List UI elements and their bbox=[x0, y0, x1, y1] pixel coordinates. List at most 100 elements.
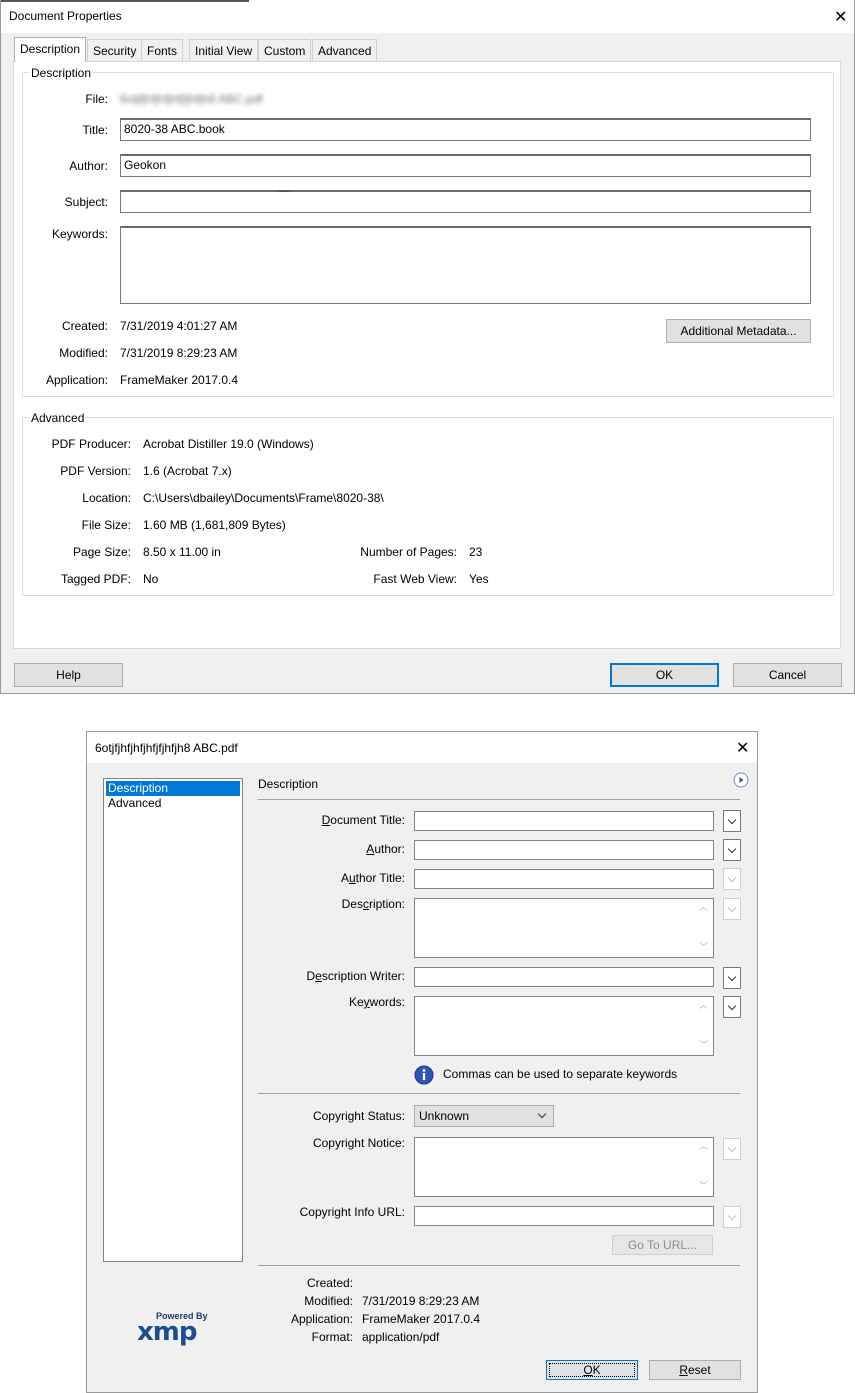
chevron-down-icon bbox=[727, 873, 737, 883]
file-value: 6otjfjhfjhfjhfjfjhfjh8 ABC.pdf bbox=[120, 92, 263, 106]
description-label: Description: bbox=[341, 897, 405, 911]
section-divider bbox=[258, 799, 740, 800]
format-value: application/pdf bbox=[362, 1330, 440, 1344]
category-list: Description Advanced bbox=[103, 778, 243, 1262]
keywords-label: Keywords: bbox=[348, 995, 405, 1009]
chevron-down-icon bbox=[727, 972, 737, 982]
ok-button[interactable]: OK bbox=[546, 1360, 638, 1380]
keywords-hint: Commas can be used to separate keywords bbox=[443, 1067, 678, 1081]
author-input[interactable] bbox=[414, 840, 714, 860]
keywords-dropdown[interactable] bbox=[723, 996, 741, 1018]
close-icon[interactable]: ✕ bbox=[834, 9, 847, 25]
text-cursor bbox=[279, 190, 289, 192]
xmp-metadata-dialog: 6otjfjhfjhfjhfjfjhfjh8 ABC.pdf ✕ Descrip… bbox=[86, 731, 758, 1393]
page-size-label: Page Size: bbox=[72, 545, 131, 559]
copyright-notice-dropdown[interactable] bbox=[723, 1138, 741, 1160]
description-legend: Description bbox=[29, 66, 94, 80]
copyright-url-input[interactable] bbox=[414, 1206, 714, 1226]
tab-fonts[interactable]: Fonts bbox=[141, 39, 184, 61]
application-value: FrameMaker 2017.0.4 bbox=[120, 373, 239, 387]
scroll-down-icon[interactable]: ﹀ bbox=[699, 1040, 708, 1050]
pdf-version-value: 1.6 (Acrobat 7.x) bbox=[143, 464, 232, 478]
copyright-notice-textarea[interactable] bbox=[414, 1137, 714, 1197]
copyright-url-dropdown[interactable] bbox=[723, 1206, 741, 1228]
copyright-status-label: Copyright Status: bbox=[312, 1109, 405, 1123]
copyright-status-select[interactable]: Unknown bbox=[414, 1105, 554, 1127]
scroll-up-icon[interactable]: ︿ bbox=[699, 1141, 708, 1151]
go-to-url-button[interactable]: Go To URL... bbox=[612, 1235, 713, 1255]
reset-button[interactable]: Reset bbox=[649, 1360, 741, 1380]
description-dropdown[interactable] bbox=[723, 898, 741, 920]
tagged-pdf-value: No bbox=[143, 572, 159, 586]
tab-security[interactable]: Security bbox=[87, 39, 143, 61]
application-value: FrameMaker 2017.0.4 bbox=[362, 1312, 481, 1326]
subject-input[interactable] bbox=[120, 190, 811, 213]
chevron-down-icon bbox=[727, 815, 737, 825]
author-dropdown[interactable] bbox=[723, 839, 741, 861]
description-textarea[interactable] bbox=[414, 898, 714, 958]
xmp-logo: Powered By xmp bbox=[135, 1311, 225, 1351]
application-label: Application: bbox=[290, 1312, 353, 1326]
scroll-up-icon[interactable]: ︿ bbox=[699, 902, 708, 912]
flyout-menu-icon[interactable] bbox=[733, 772, 749, 788]
keywords-label: Keywords: bbox=[51, 227, 108, 241]
chevron-down-icon bbox=[727, 1143, 737, 1153]
number-of-pages-label: Number of Pages: bbox=[360, 545, 457, 559]
file-size-label: File Size: bbox=[81, 518, 131, 532]
number-of-pages-value: 23 bbox=[469, 545, 483, 559]
location-label: Location: bbox=[82, 491, 131, 505]
help-button[interactable]: Help bbox=[14, 663, 123, 687]
chevron-down-icon bbox=[537, 1109, 547, 1119]
title-label: Title: bbox=[82, 123, 108, 137]
scroll-down-icon[interactable]: ﹀ bbox=[699, 942, 708, 952]
subject-label: Subject: bbox=[64, 195, 108, 209]
copyright-notice-label: Copyright Notice: bbox=[312, 1136, 405, 1150]
fast-web-view-value: Yes bbox=[469, 572, 489, 586]
created-value: 7/31/2019 4:01:27 AM bbox=[120, 319, 238, 333]
fast-web-view-label: Fast Web View: bbox=[373, 572, 457, 586]
file-size-value: 1.60 MB (1,681,809 Bytes) bbox=[143, 518, 286, 532]
additional-metadata-button[interactable]: Additional Metadata... bbox=[666, 319, 811, 343]
tagged-pdf-label: Tagged PDF: bbox=[60, 572, 131, 586]
sidebar-item-advanced[interactable]: Advanced bbox=[106, 796, 240, 811]
document-title-dropdown[interactable] bbox=[723, 810, 741, 832]
tab-advanced[interactable]: Advanced bbox=[312, 39, 378, 61]
author-title-input[interactable] bbox=[414, 869, 714, 889]
chevron-down-icon bbox=[727, 844, 737, 854]
section-divider bbox=[258, 1265, 740, 1266]
author-label: Author: bbox=[69, 159, 108, 173]
keywords-textarea[interactable] bbox=[414, 996, 714, 1056]
scroll-down-icon[interactable]: ﹀ bbox=[699, 1181, 708, 1191]
document-title-label: Document Title: bbox=[321, 813, 405, 827]
page-size-value: 8.50 x 11.00 in bbox=[143, 545, 221, 559]
modified-value: 7/31/2019 8:29:23 AM bbox=[362, 1294, 480, 1308]
pdf-producer-value: Acrobat Distiller 19.0 (Windows) bbox=[143, 437, 314, 451]
dialog-title: Document Properties bbox=[9, 9, 122, 23]
author-title-dropdown[interactable] bbox=[723, 868, 741, 890]
tab-initial-view[interactable]: Initial View bbox=[189, 39, 259, 61]
document-properties-dialog: Document Properties ✕ Description Securi… bbox=[0, 0, 855, 694]
tab-description[interactable]: Description bbox=[14, 37, 87, 62]
ok-button[interactable]: OK bbox=[610, 663, 719, 687]
modified-label: Modified: bbox=[59, 346, 108, 360]
scroll-up-icon[interactable]: ︿ bbox=[699, 1000, 708, 1010]
document-title-input[interactable] bbox=[414, 811, 714, 831]
section-title: Description bbox=[258, 777, 319, 791]
description-writer-input[interactable] bbox=[414, 967, 714, 987]
keywords-input[interactable] bbox=[120, 226, 811, 304]
pdf-producer-label: PDF Producer: bbox=[51, 437, 131, 451]
modified-value: 7/31/2019 8:29:23 AM bbox=[120, 346, 238, 360]
pdf-version-label: PDF Version: bbox=[60, 464, 131, 478]
close-icon[interactable]: ✕ bbox=[736, 740, 749, 756]
xmp-logo-text: xmp bbox=[137, 1317, 197, 1347]
section-divider bbox=[258, 1093, 740, 1094]
description-writer-label: Description Writer: bbox=[306, 969, 406, 983]
author-input[interactable]: Geokon bbox=[120, 154, 811, 177]
cancel-button[interactable]: Cancel bbox=[733, 663, 842, 687]
sidebar-item-description[interactable]: Description bbox=[106, 781, 240, 796]
copyright-status-value: Unknown bbox=[419, 1109, 470, 1123]
tab-custom[interactable]: Custom bbox=[258, 39, 312, 61]
title-input[interactable]: 8020-38 ABC.book bbox=[120, 118, 811, 141]
description-writer-dropdown[interactable] bbox=[723, 967, 741, 989]
title-bar bbox=[1, 0, 854, 33]
